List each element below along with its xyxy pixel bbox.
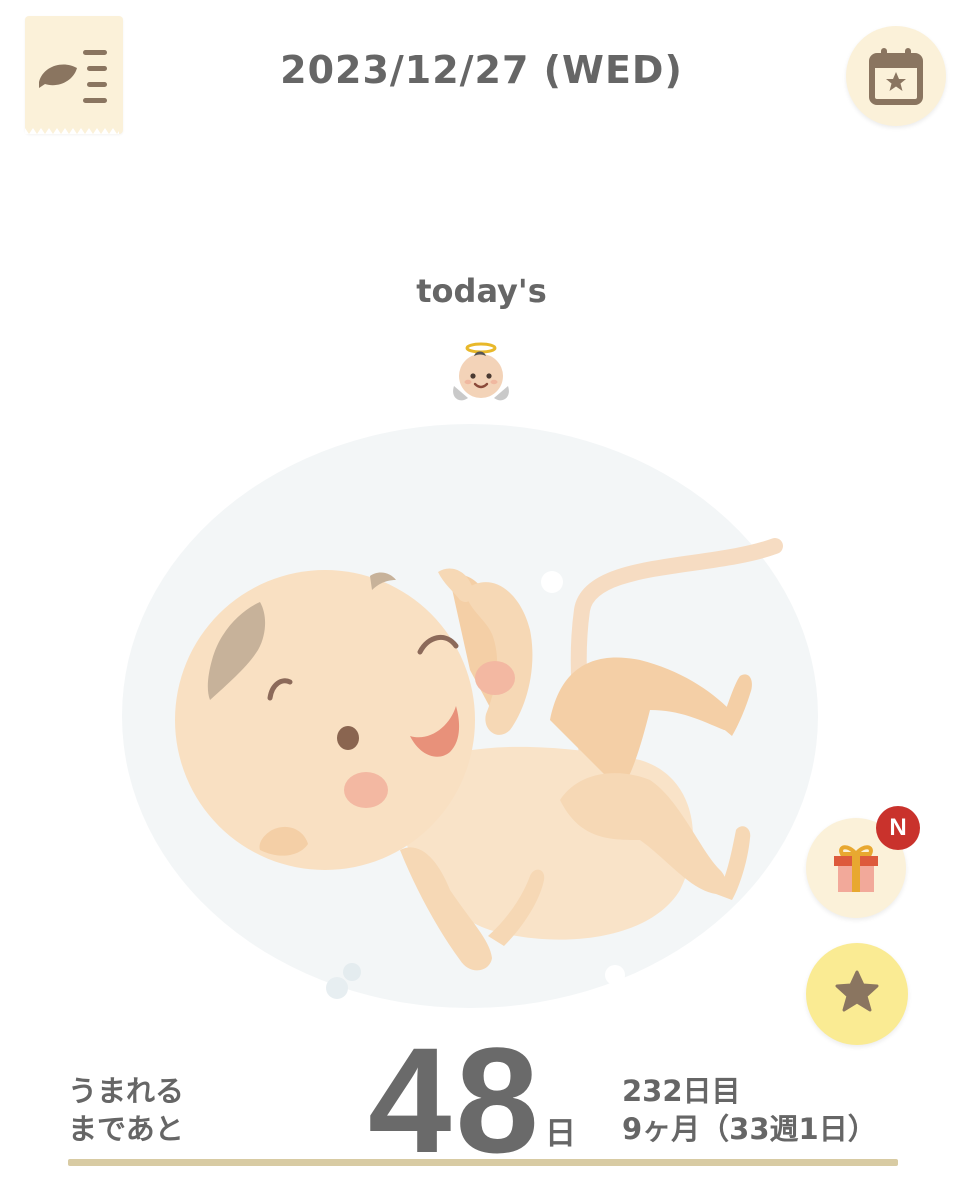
date-title[interactable]: 2023/12/27 (WED) (0, 48, 963, 92)
favorite-button[interactable] (806, 943, 908, 1045)
pregnancy-month-week: 9ヶ月（33週1日） (622, 1112, 877, 1146)
until-birth-line1: うまれる (68, 1074, 185, 1108)
calendar-button[interactable] (846, 26, 946, 126)
calendar-star-icon (869, 48, 923, 105)
fetus-illustration (122, 424, 818, 1008)
angel-baby-icon (453, 342, 509, 401)
star-icon (835, 970, 879, 1012)
footer-divider (68, 1159, 898, 1166)
pregnancy-info: 232日目 9ヶ月（33週1日） (622, 1072, 877, 1148)
until-birth-label: うまれる まであと (68, 1072, 184, 1148)
pregnancy-day-count: 232日目 (622, 1074, 741, 1108)
new-badge: N (876, 806, 920, 850)
until-birth-line2: まであと (68, 1112, 184, 1146)
today-label: today's (416, 272, 547, 310)
gift-icon (834, 845, 878, 892)
days-unit: 日 (545, 1116, 576, 1152)
